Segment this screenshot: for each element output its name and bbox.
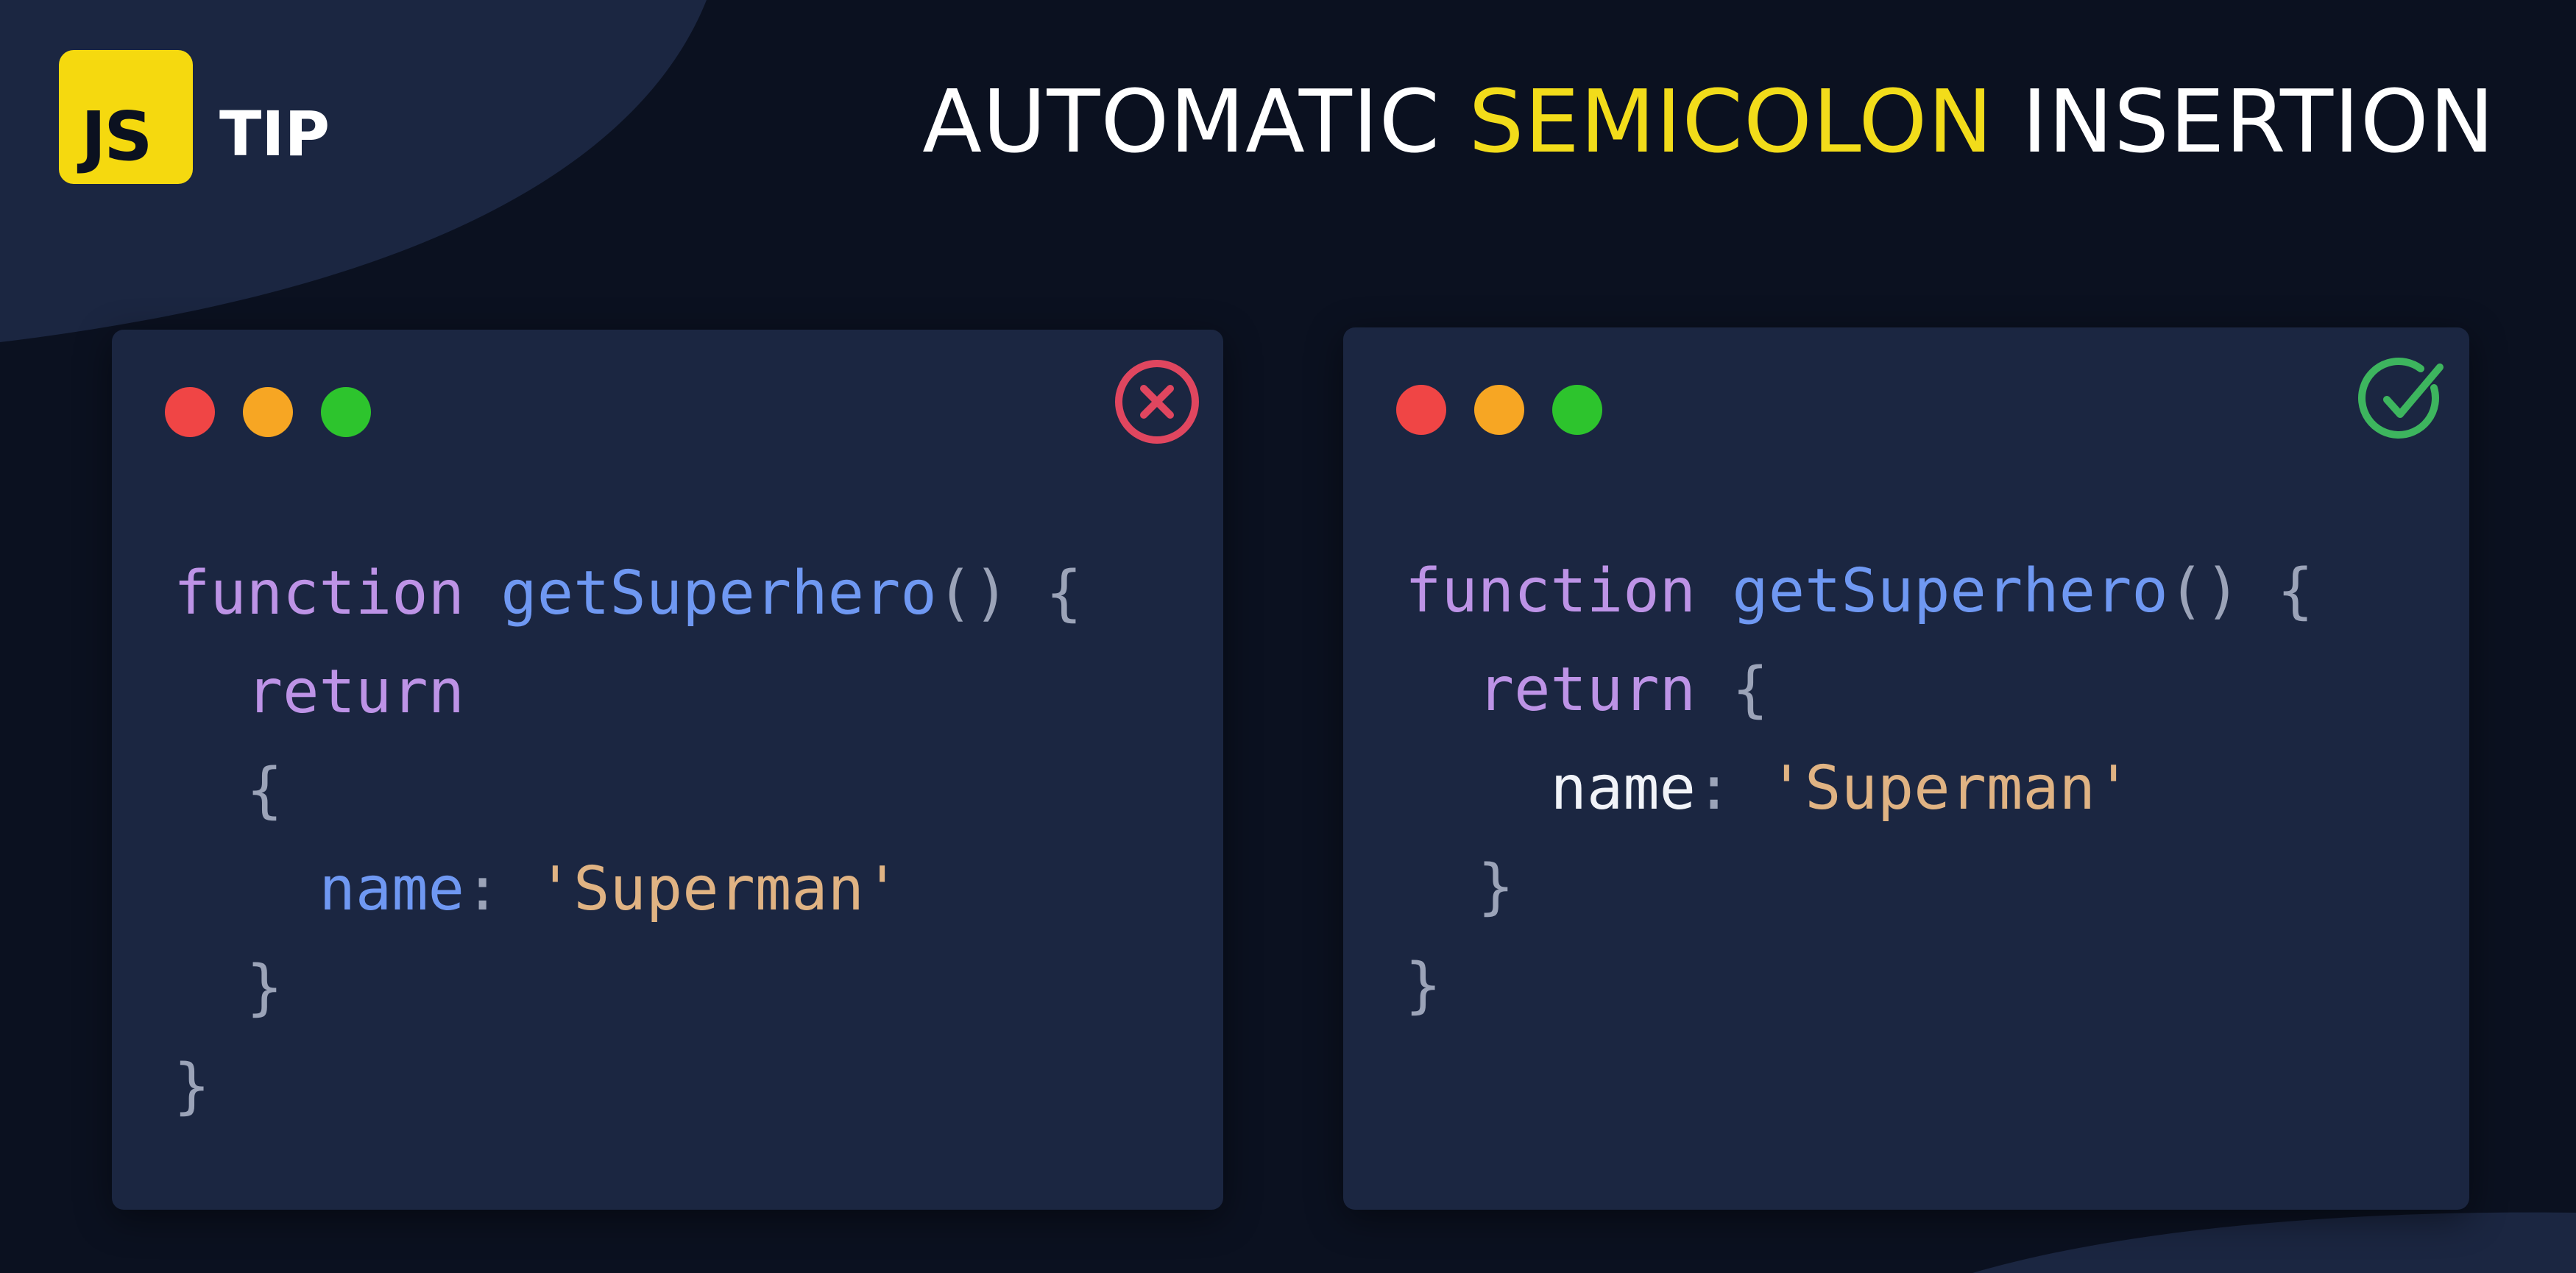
- window-maximize-dot: [321, 387, 371, 437]
- code-line: }: [174, 1038, 1082, 1136]
- code-token-punctuation: {: [174, 756, 283, 826]
- page-title: AUTOMATIC SEMICOLON INSERTION: [922, 78, 2495, 165]
- window-maximize-dot: [1552, 385, 1602, 435]
- code-token-punctuation: }: [1405, 951, 1442, 1021]
- code-line: }: [1405, 838, 2313, 937]
- code-line: function getSuperhero() {: [1405, 542, 2313, 641]
- code-token-function-name: getSuperhero: [1732, 556, 2168, 626]
- code-token-punctuation: {: [1695, 655, 1769, 725]
- code-token-keyword: return: [246, 657, 464, 727]
- code-line: function getSuperhero() {: [174, 545, 1082, 643]
- bottom-right-blob: [1972, 1212, 2576, 1273]
- code-token-punctuation: :: [1695, 753, 1769, 823]
- window-close-dot: [1396, 385, 1446, 435]
- code-token-keyword: return: [1477, 655, 1696, 725]
- code-line: {: [174, 742, 1082, 840]
- code-window-incorrect: function getSuperhero() { return { name:…: [112, 330, 1223, 1210]
- code-block: function getSuperhero() { return { name:…: [174, 545, 1082, 1136]
- window-close-dot: [165, 387, 215, 437]
- window-minimize-dot: [1474, 385, 1524, 435]
- code-token-punctuation: :: [464, 854, 537, 924]
- code-token-string: 'Superman': [537, 854, 901, 924]
- code-line: }: [174, 939, 1082, 1038]
- code-line: name: 'Superman': [1405, 740, 2313, 838]
- title-highlight: SEMICOLON: [1468, 71, 1994, 172]
- code-line: return {: [1405, 641, 2313, 740]
- window-minimize-dot: [243, 387, 293, 437]
- code-window-correct: function getSuperhero() { return { name:…: [1343, 327, 2469, 1210]
- code-token-property-good: name: [1550, 753, 1696, 823]
- js-logo: JS: [59, 50, 193, 184]
- code-token-punctuation: () {: [936, 559, 1083, 628]
- title-part-2: INSERTION: [1993, 71, 2495, 172]
- js-logo-text: JS: [81, 97, 152, 176]
- code-token-punctuation: }: [174, 953, 283, 1023]
- code-token-keyword: function: [1405, 556, 1696, 626]
- code-token-punctuation: () {: [2168, 556, 2314, 626]
- code-token-function-name: getSuperhero: [500, 559, 937, 628]
- x-circle-icon: [1111, 356, 1203, 447]
- code-token-keyword: function: [174, 559, 464, 628]
- code-token-string: 'Superman': [1768, 753, 2132, 823]
- code-token-punctuation: }: [1405, 852, 1515, 922]
- title-part-1: AUTOMATIC: [922, 71, 1469, 172]
- code-line: name: 'Superman': [174, 840, 1082, 939]
- check-circle-icon: [2357, 354, 2449, 445]
- code-token-punctuation: }: [174, 1052, 210, 1121]
- code-token-property-bad: name: [319, 854, 464, 924]
- tip-label: TIP: [219, 98, 330, 170]
- code-line: return: [174, 643, 1082, 742]
- code-block: function getSuperhero() { return { name:…: [1405, 542, 2313, 1035]
- code-line: }: [1405, 937, 2313, 1035]
